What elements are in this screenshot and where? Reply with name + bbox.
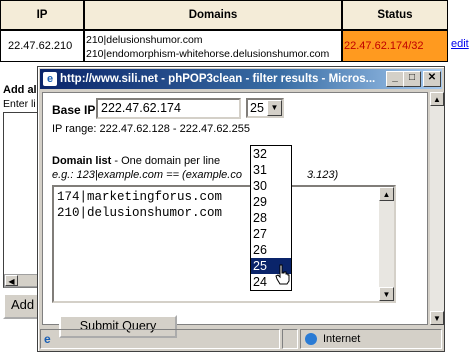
domain-example-tail: 3.123) [306,169,339,181]
add-button[interactable]: Add [3,293,41,319]
results-table: IP Domains Status 22.47.62.210 210|delus… [0,0,470,64]
scroll-down-icon[interactable]: ▼ [430,311,444,325]
header-domains: Domains [84,0,342,30]
zone-label: Internet [323,333,361,345]
mask-option[interactable]: 31 [251,162,291,178]
row-status: 22.47.62.174/32 [342,30,448,62]
window-title: http://www.sili.net - phPOP3clean - filt… [60,73,376,85]
domain-line-2: 210|endomorphism-whitehorse.delusionshum… [86,48,330,60]
row-domains: 210|delusionshumor.com 210|endomorphism-… [84,30,342,62]
close-button[interactable]: ✕ [423,71,441,87]
scroll-up-icon[interactable]: ▲ [430,92,444,106]
base-ip-label: Base IP [52,103,96,117]
domain-example: e.g.: 123|example.com == (example.co 3.12… [52,169,338,181]
edit-link[interactable]: edit [451,38,469,50]
status-pane-1 [282,329,298,349]
domain-line: 210|delusionshumor.com [57,206,223,220]
mask-option[interactable]: 29 [251,194,291,210]
row-ip: 22.47.62.210 [0,30,84,62]
ie-icon: e [43,72,57,86]
status-bar: e Internet [40,329,442,349]
domain-line: 174|marketingforus.com [57,190,223,204]
header-ip: IP [0,0,84,30]
page-icon: e [44,332,51,346]
domain-list-textarea[interactable]: 174|marketingforus.com 210|delusionshumo… [52,185,396,303]
title-bar[interactable]: e http://www.sili.net - phPOP3clean - fi… [40,69,442,89]
popup-window: e http://www.sili.net - phPOP3clean - fi… [37,66,445,352]
add-label: Add al [3,84,37,96]
status-pane-zone: Internet [300,329,442,349]
mask-option[interactable]: 32 [251,146,291,162]
globe-icon [305,333,317,345]
domain-list-label: Domain list [52,155,112,167]
hand-cursor-icon [275,264,290,285]
domain-list-heading: Domain list - One domain per line [52,155,220,167]
ip-range-text: IP range: 222.47.62.128 - 222.47.62.255 [52,123,250,135]
maximize-button[interactable]: □ [403,71,421,87]
mask-option[interactable]: 28 [251,210,291,226]
domain-example-text: e.g.: 123|example.com == (example.co [52,169,242,181]
chevron-down-icon[interactable]: ▼ [267,100,282,116]
mask-option[interactable]: 30 [251,178,291,194]
mask-option[interactable]: 27 [251,226,291,242]
window-vscroll[interactable]: ▲ ▼ [430,92,444,325]
status-pane-main: e [40,329,280,349]
popup-content: Base IP 222.47.62.174 25 ▼ IP range: 222… [42,92,428,338]
minimize-button[interactable]: _ [386,71,404,87]
scroll-down-icon[interactable]: ▼ [379,287,394,301]
mask-select-value: 25 [250,101,264,115]
header-status: Status [342,0,448,30]
mask-select[interactable]: 25 ▼ [246,98,284,118]
enter-label: Enter li [3,98,36,110]
domain-list-hint: - One domain per line [111,155,221,167]
scroll-up-icon[interactable]: ▲ [379,187,394,201]
base-ip-input[interactable]: 222.47.62.174 [96,98,241,119]
mask-option[interactable]: 26 [251,242,291,258]
domain-line-1: 210|delusionshumor.com [86,34,203,46]
textarea-vscroll[interactable]: ▲ ▼ [379,187,394,301]
scroll-left-icon[interactable]: ◀ [5,275,18,286]
